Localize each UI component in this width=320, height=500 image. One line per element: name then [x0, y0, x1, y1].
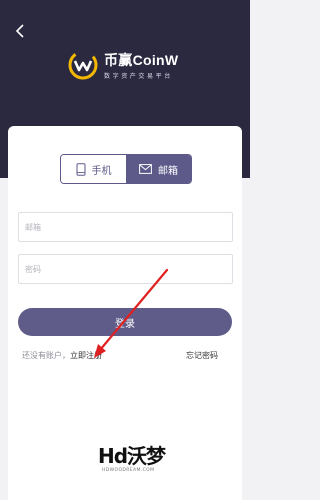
watermark-sub: HDWOODREAM.COM	[102, 468, 155, 473]
email-input[interactable]	[19, 213, 221, 241]
signup-row: 还没有账户，立即注册	[22, 350, 102, 361]
brand-name: 币赢CoinW	[104, 52, 179, 68]
tab-phone[interactable]: 手机	[61, 155, 126, 183]
tab-email[interactable]: 邮箱	[126, 155, 191, 183]
tab-phone-label: 手机	[91, 165, 112, 177]
email-field-box	[18, 212, 233, 242]
no-account-text: 还没有账户，	[22, 351, 70, 360]
mail-icon	[139, 164, 152, 174]
phone-icon	[76, 162, 85, 176]
password-field-box	[18, 254, 233, 284]
chevron-left-icon[interactable]	[12, 22, 30, 40]
signup-link[interactable]: 立即注册	[70, 351, 102, 360]
watermark: Hd沃梦 HDWOODREAM.COM	[50, 430, 200, 500]
watermark-text: Hd沃梦	[98, 444, 166, 468]
tab-email-label: 邮箱	[158, 165, 178, 177]
coinw-logo-icon	[68, 50, 98, 80]
password-input[interactable]	[19, 255, 221, 283]
brand-logo: 币赢CoinW 数字资产交易平台	[68, 50, 178, 80]
login-button[interactable]: 登录	[18, 308, 232, 336]
login-method-tabs: 手机 邮箱	[60, 154, 192, 184]
brand-tagline: 数字资产交易平台	[104, 73, 173, 80]
forgot-password-link[interactable]: 忘记密码	[186, 350, 218, 361]
